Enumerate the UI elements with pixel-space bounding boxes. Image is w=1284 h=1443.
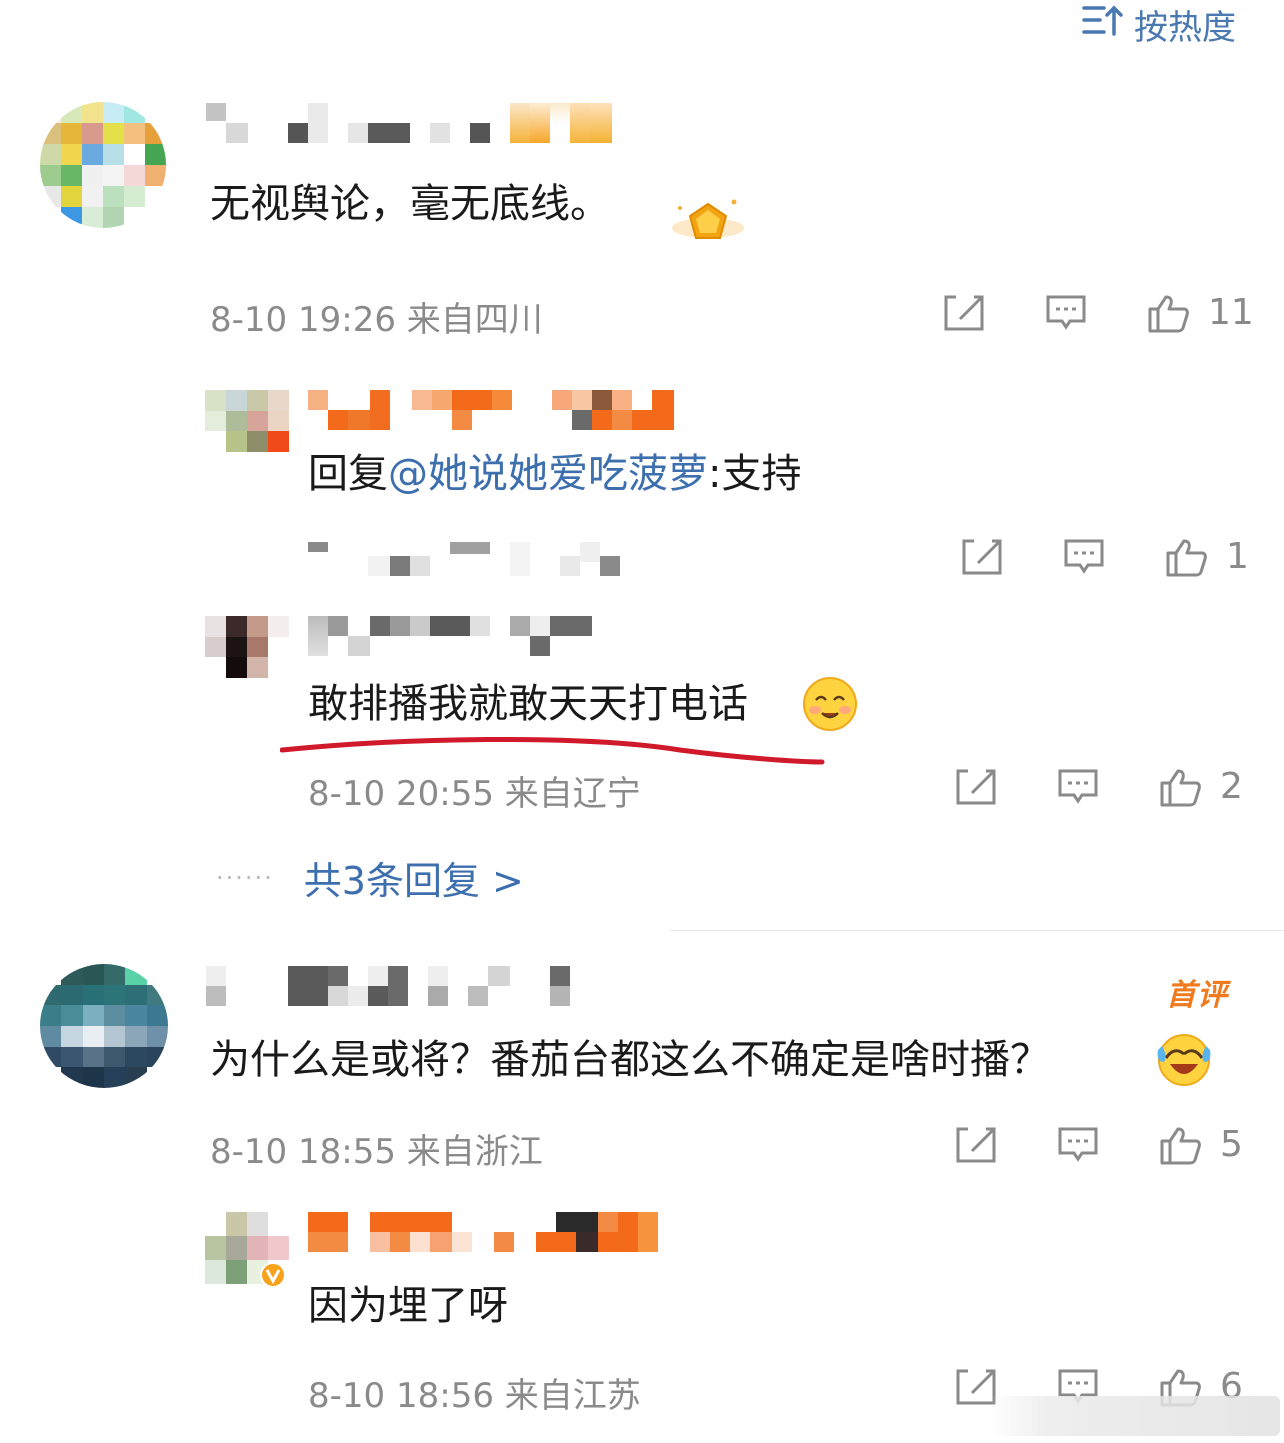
smile-emoji <box>802 676 858 732</box>
share-icon[interactable] <box>960 537 1004 577</box>
avatar[interactable] <box>205 616 289 678</box>
reply-icon[interactable] <box>1062 537 1106 577</box>
red-underline-annotation <box>279 736 826 770</box>
like-icon[interactable] <box>1146 293 1190 333</box>
reply-meta: 8-10 18:56 来自江苏 <box>308 1376 641 1416</box>
share-icon[interactable] <box>954 767 998 807</box>
comment-meta: 8-10 19:26 来自四川 <box>210 300 543 340</box>
share-icon[interactable] <box>942 293 986 333</box>
fan-medal-icon <box>668 192 748 252</box>
verified-v-badge-icon <box>260 1262 286 1288</box>
dots-icon: ······ <box>216 863 274 892</box>
reply-icon[interactable] <box>1056 1125 1100 1165</box>
like-icon[interactable] <box>1164 537 1208 577</box>
reply-meta-blurred <box>308 542 620 576</box>
reply-text: 因为埋了呀 <box>308 1283 508 1329</box>
sort-label: 按热度 <box>1134 7 1236 48</box>
reply-actions: 1 <box>960 536 1256 577</box>
username-blurred[interactable] <box>206 966 570 1006</box>
like-icon[interactable] <box>1158 767 1202 807</box>
view-more-replies-link[interactable]: ······ 共3条回复 > <box>216 850 524 905</box>
reply-text: 回复@她说她爱吃菠萝:支持 <box>308 450 801 498</box>
username-blurred[interactable] <box>308 1212 658 1252</box>
reply-actions: 2 <box>954 766 1250 807</box>
reply-icon[interactable] <box>1044 293 1088 333</box>
mention-link[interactable]: @她说她爱吃菠萝 <box>388 451 708 497</box>
avatar[interactable] <box>40 964 168 1088</box>
reply-body: 敢排播我就敢天天打电话 <box>308 681 748 727</box>
sort-by-hot-button[interactable]: 按热度 <box>1080 0 1236 49</box>
username-blurred[interactable] <box>308 390 674 430</box>
username-blurred[interactable] <box>308 616 592 656</box>
laugh-cry-emoji <box>1156 1032 1212 1088</box>
reply-meta: 8-10 20:55 来自辽宁 <box>308 774 641 814</box>
like-count: 11 <box>1208 292 1254 333</box>
comment-text: 为什么是或将？番茄台都这么不确定是啥时播？ <box>210 1037 1050 1083</box>
like-count: 5 <box>1220 1124 1243 1165</box>
reply-body: :支持 <box>708 451 802 497</box>
like-count: 2 <box>1220 766 1243 807</box>
avatar[interactable] <box>205 390 289 452</box>
reply-text: 敢排播我就敢天天打电话 <box>308 680 748 728</box>
watermark-overlay <box>990 1396 1280 1436</box>
like-icon[interactable] <box>1158 1125 1202 1165</box>
sort-icon <box>1080 0 1124 49</box>
share-icon[interactable] <box>954 1125 998 1165</box>
like-count: 1 <box>1226 536 1249 577</box>
comment-text: 无视舆论，毫无底线。 <box>210 181 610 227</box>
first-comment-badge: 首评 <box>1166 978 1228 1013</box>
comment-actions: 11 <box>942 292 1254 333</box>
username-blurred[interactable] <box>206 103 612 143</box>
reply-icon[interactable] <box>1056 767 1100 807</box>
reply-prefix: 回复 <box>308 451 388 497</box>
comment-divider <box>670 930 1284 931</box>
more-replies-label: 共3条回复 > <box>303 859 524 903</box>
comment-meta: 8-10 18:55 来自浙江 <box>210 1132 543 1172</box>
comment-actions: 5 <box>954 1124 1250 1165</box>
avatar[interactable] <box>40 102 166 228</box>
